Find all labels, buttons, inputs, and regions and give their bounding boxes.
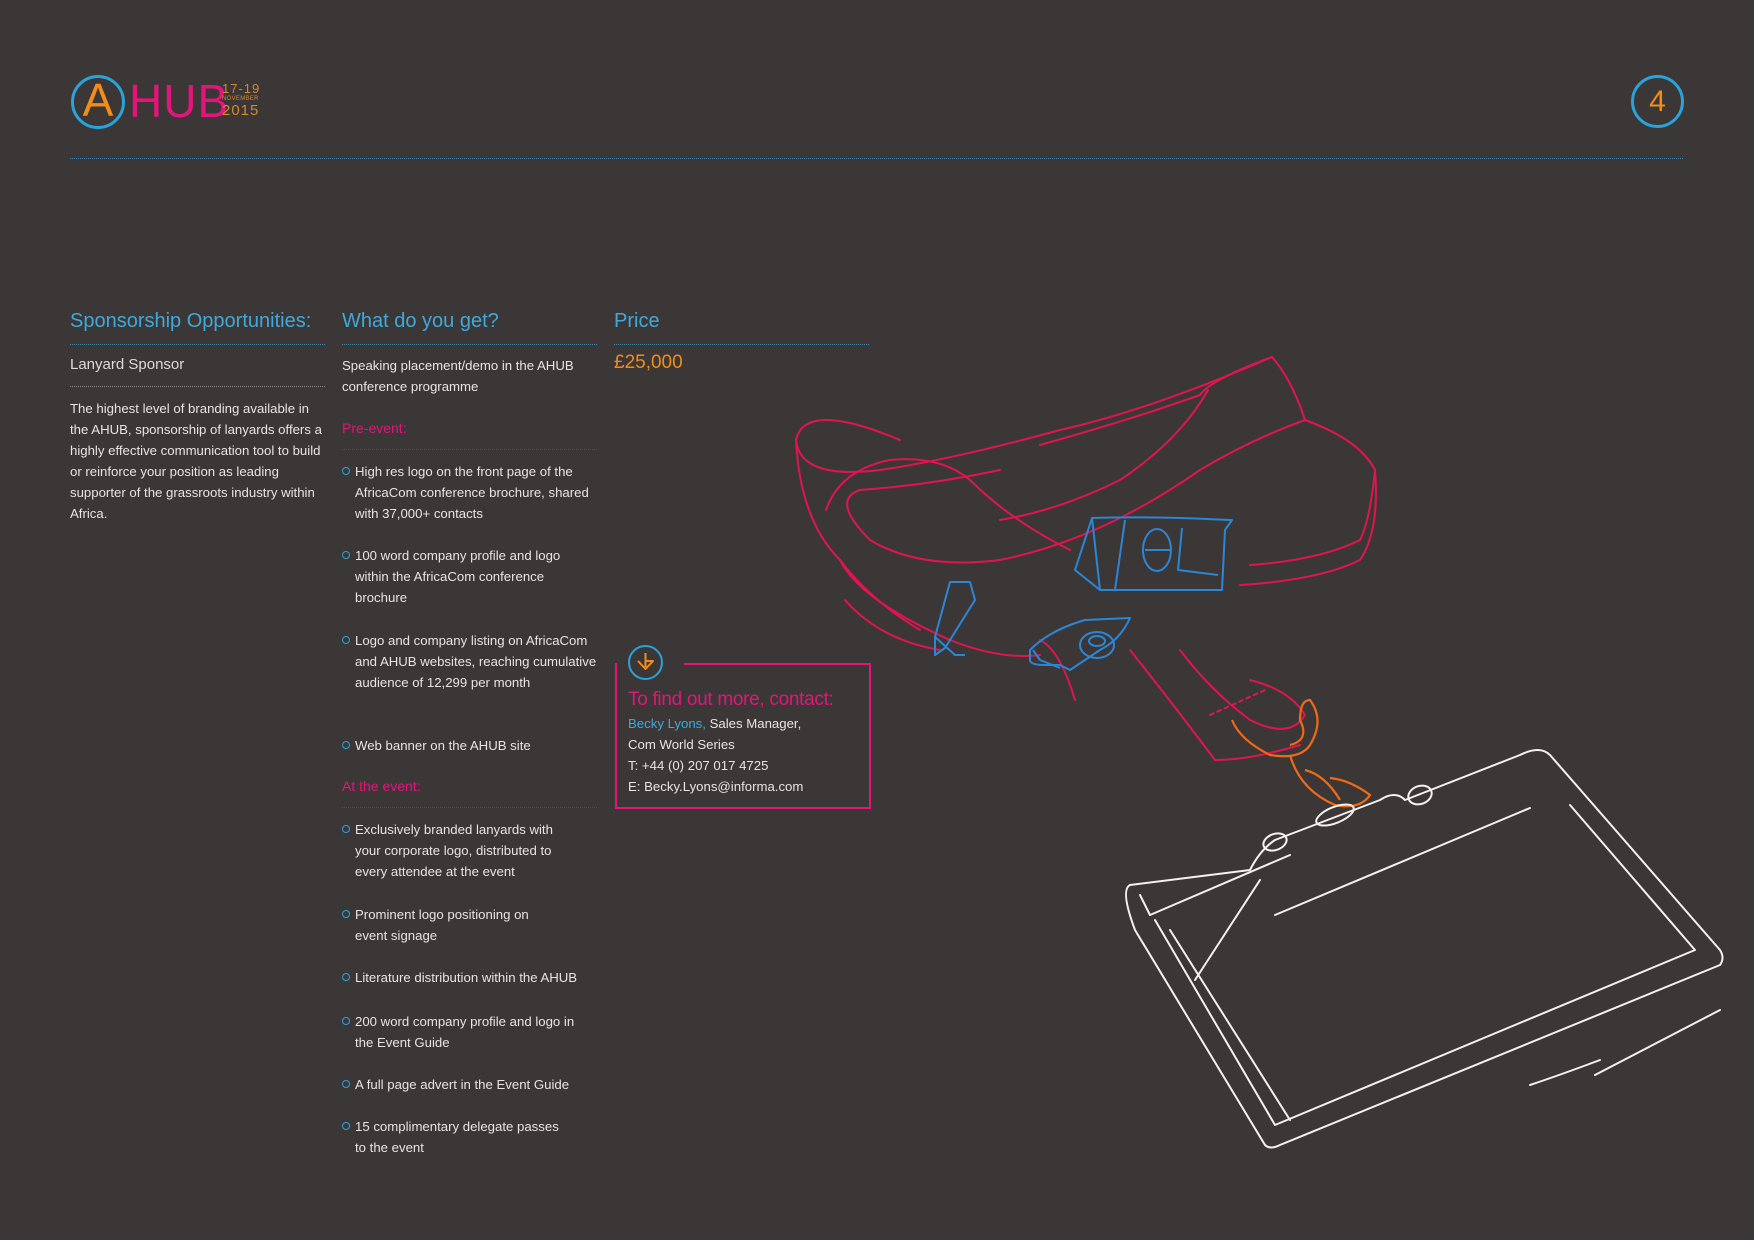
lanyard-buckle: [934, 516, 1233, 671]
badge-holder: [1125, 749, 1724, 1149]
lanyard-clip: [1230, 698, 1372, 808]
lanyard-illustration: [795, 356, 1724, 1149]
lanyard-strap: [795, 356, 1377, 761]
